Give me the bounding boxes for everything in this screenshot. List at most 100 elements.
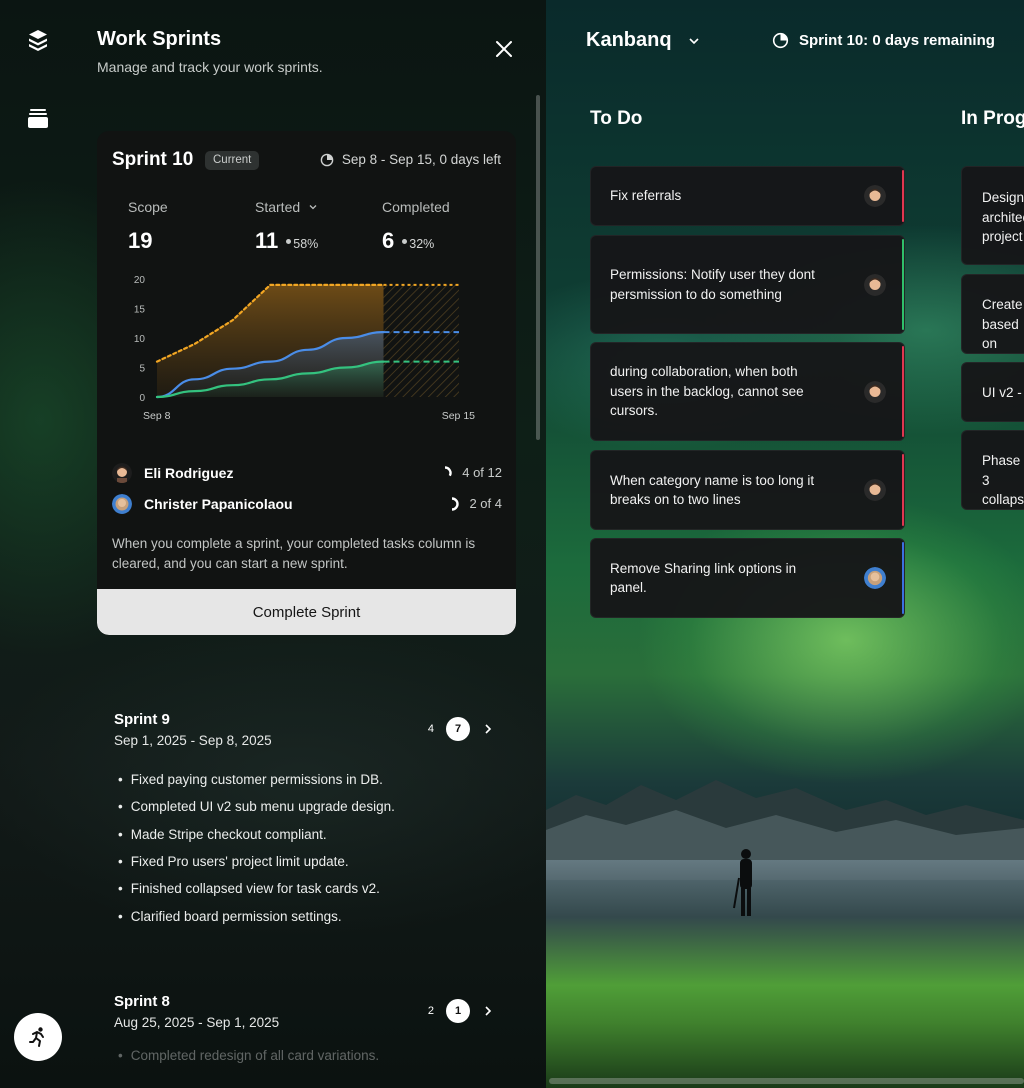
started-number: 11 xyxy=(255,228,279,253)
completed-label: Completed xyxy=(382,199,450,215)
scope-number: 19 xyxy=(128,228,153,253)
burnup-chart: 0 5 10 15 20 Sep 8 Sep 15 xyxy=(134,275,475,422)
current-badge: Current xyxy=(205,151,260,170)
task-card[interactable]: Create based on xyxy=(961,274,1024,354)
started-value: 11 58% xyxy=(255,228,318,254)
frozen-lake xyxy=(546,860,1024,1088)
complete-sprint-button[interactable]: Complete Sprint xyxy=(97,589,516,635)
running-person-icon xyxy=(29,1027,44,1047)
incomplete-count: 4 xyxy=(427,723,434,735)
started-dropdown[interactable]: Started xyxy=(255,199,318,215)
avatar xyxy=(864,273,886,296)
completed-number: 6 xyxy=(382,228,395,253)
y-tick-label: 15 xyxy=(134,305,146,316)
panel-scrollbar[interactable] xyxy=(536,95,540,440)
progress-arc xyxy=(452,496,460,511)
sprint-dates-text: Sep 8 - Sep 15, 0 days left xyxy=(341,152,501,167)
avatar xyxy=(864,185,886,207)
task-card[interactable]: Design architecture project xyxy=(961,166,1024,265)
past-sprint-9[interactable]: Sprint 9 Sep 1, 2025 - Sep 8, 2025 4 7 F… xyxy=(114,711,504,930)
task-text: Create based on xyxy=(982,297,1023,351)
board-title: Kanbanq xyxy=(586,29,672,51)
list-item: Fixed Pro users' project limit update. xyxy=(114,848,504,875)
projection-hatch xyxy=(383,284,459,397)
list-item: Finished collapsed view for task cards v… xyxy=(114,875,504,902)
completed-percent: 32% xyxy=(409,237,435,251)
task-text: Fix referrals xyxy=(610,188,682,204)
priority-stripe xyxy=(902,239,904,330)
list-item: Completed UI v2 sub menu upgrade design. xyxy=(114,793,504,820)
member-name: Eli Rodriguez xyxy=(144,464,234,481)
sprint-dates: Sep 8 - Sep 15, 0 days left xyxy=(320,152,501,167)
task-text: When category name is too long it breaks… xyxy=(610,472,815,508)
chevron-right-icon[interactable] xyxy=(482,1005,494,1017)
board-horizontal-scrollbar[interactable] xyxy=(549,1078,1024,1084)
past-sprint-items: Completed redesign of all card variation… xyxy=(114,1042,504,1069)
completed-count-badge: 1 xyxy=(446,999,470,1023)
task-text: UI v2 - Sub xyxy=(982,385,1024,400)
task-card[interactable]: Permissions: Notify user they dont persm… xyxy=(590,235,905,334)
priority-stripe xyxy=(902,454,904,526)
chevron-down-icon xyxy=(688,37,699,44)
completed-count-badge: 7 xyxy=(446,717,470,741)
member-count: 2 of 4 xyxy=(469,496,502,511)
started-percent: 58% xyxy=(293,237,319,251)
y-tick-label: 0 xyxy=(139,393,145,404)
completed-value: 6 32% xyxy=(382,228,434,254)
task-card[interactable]: during collaboration, when both users in… xyxy=(590,342,905,441)
person-silhouette xyxy=(733,849,752,916)
list-item: Fixed paying customer permissions in DB. xyxy=(114,766,504,793)
member-name: Christer Papanicolaou xyxy=(144,495,293,512)
list-item: Clarified board permission settings. xyxy=(114,902,504,929)
progress-ring-icon xyxy=(445,465,452,476)
member-row[interactable]: Eli Rodriguez 4 of 12 xyxy=(112,457,502,488)
started-label: Started xyxy=(255,199,301,215)
archive-box-icon[interactable] xyxy=(26,106,50,130)
sprint-note: When you complete a sprint, your complet… xyxy=(112,536,476,571)
avatar xyxy=(864,380,886,403)
avatar xyxy=(864,479,886,501)
clock-icon xyxy=(772,32,789,49)
column-title-todo: To Do xyxy=(590,108,643,129)
task-card[interactable]: When category name is too long it breaks… xyxy=(590,450,905,530)
x-axis-end-label: Sep 15 xyxy=(442,410,475,422)
scope-value: 19 xyxy=(128,228,152,254)
sprint-title: Sprint 10 xyxy=(112,149,194,170)
avatar xyxy=(112,493,132,514)
panel-subtitle: Manage and track your work sprints. xyxy=(97,59,323,75)
close-icon[interactable] xyxy=(493,38,515,60)
layers-logo-icon[interactable] xyxy=(26,28,50,52)
member-row[interactable]: Christer Papanicolaou 2 of 4 xyxy=(112,488,502,519)
panel-title: Work Sprints xyxy=(97,28,222,50)
task-card[interactable]: Fix referrals xyxy=(590,166,905,226)
column-title-in-progress: In Progress xyxy=(961,108,1024,129)
list-item: Made Stripe checkout compliant. xyxy=(114,821,504,848)
member-count: 4 of 12 xyxy=(462,465,502,480)
board-switcher[interactable]: Kanbanq xyxy=(586,29,700,52)
past-sprint-items: Fixed paying customer permissions in DB.… xyxy=(114,766,504,930)
task-text: during collaboration, when both users in… xyxy=(610,364,804,419)
past-sprint-counts: 4 7 xyxy=(428,717,494,741)
task-card[interactable]: Remove Sharing link options in panel. xyxy=(590,538,905,618)
chevron-down-icon xyxy=(309,205,317,210)
task-card[interactable]: Phase 3 collapsed xyxy=(961,430,1024,510)
task-card[interactable]: UI v2 - Sub xyxy=(961,362,1024,422)
clock-icon xyxy=(320,153,334,166)
sprint-status[interactable]: Sprint 10: 0 days remaining xyxy=(772,32,995,49)
progress-ring-icon xyxy=(452,496,460,511)
list-item: Completed redesign of all card variation… xyxy=(114,1042,504,1069)
sprint-runner-button[interactable] xyxy=(14,1013,62,1061)
incomplete-count: 2 xyxy=(427,1005,434,1017)
priority-stripe xyxy=(902,542,904,614)
task-text: Permissions: Notify user they dont persm… xyxy=(610,267,815,302)
task-text: Design architecture project xyxy=(982,190,1024,244)
sprint-status-text: Sprint 10: 0 days remaining xyxy=(799,32,995,49)
x-axis-start-label: Sep 8 xyxy=(143,410,171,422)
avatar xyxy=(112,462,132,483)
past-sprint-counts: 2 1 xyxy=(428,999,494,1023)
priority-stripe xyxy=(902,170,904,222)
past-sprint-8[interactable]: Sprint 8 Aug 25, 2025 - Sep 1, 2025 2 1 … xyxy=(114,993,504,1069)
y-tick-label: 20 xyxy=(134,275,146,286)
chevron-right-icon[interactable] xyxy=(482,723,494,735)
sprint-members: Eli Rodriguez 4 of 12 Christer Papanicol… xyxy=(112,457,502,519)
